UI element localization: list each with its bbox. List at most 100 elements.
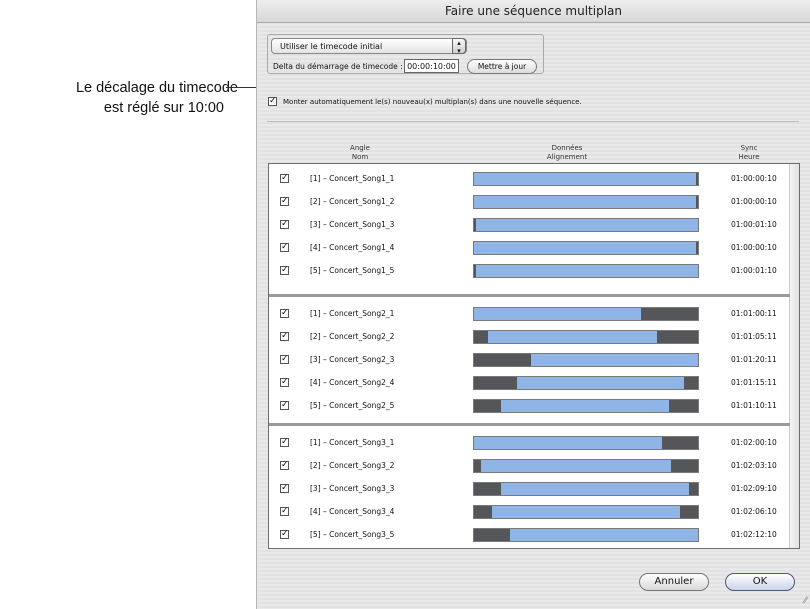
row-checkbox[interactable]: ✓ — [280, 220, 289, 229]
header-sync: Sync — [740, 144, 758, 152]
sync-timecode: 01:02:03:10 — [731, 461, 777, 470]
alignment-bar — [473, 307, 699, 321]
sync-timecode: 01:00:00:10 — [731, 243, 777, 252]
alignment-bar — [473, 528, 699, 542]
clip-name: [5] – Concert_Song1_5 — [310, 266, 395, 275]
callout-line1: Le décalage du timecode — [75, 80, 238, 96]
alignment-gap-start — [474, 506, 492, 518]
callout-annotation: Le décalage du timecode est réglé sur 10… — [0, 78, 238, 118]
timecode-popup[interactable]: Utiliser le timecode initial ▴ ▾ — [271, 38, 467, 55]
clip-name: [5] – Concert_Song2_5 — [310, 401, 395, 410]
table-row[interactable]: ✓ [3] – Concert_Song1_3 01:00:01:10 — [269, 215, 790, 237]
group-separator — [269, 294, 790, 297]
row-checkbox[interactable]: ✓ — [280, 197, 289, 206]
clip-name: [4] – Concert_Song2_4 — [310, 378, 395, 387]
alignment-bar — [473, 376, 699, 390]
clip-name: [4] – Concert_Song1_4 — [310, 243, 395, 252]
cancel-button[interactable]: Annuler — [639, 573, 709, 591]
row-checkbox[interactable]: ✓ — [280, 243, 289, 252]
alignment-gap-end — [696, 196, 698, 208]
table-row[interactable]: ✓ [4] – Concert_Song1_4 01:00:00:10 — [269, 238, 790, 260]
mount-checkbox[interactable]: ✓ — [268, 97, 277, 106]
table-row[interactable]: ✓ [3] – Concert_Song2_3 01:01:20:11 — [269, 350, 790, 372]
row-checkbox[interactable]: ✓ — [280, 401, 289, 410]
alignment-gap-end — [671, 460, 698, 472]
table-scrollbar[interactable] — [789, 164, 799, 548]
table-row[interactable]: ✓ [5] – Concert_Song3_5 01:02:12:10 — [269, 525, 790, 547]
alignment-gap-start — [474, 483, 501, 495]
alignment-gap-end — [662, 437, 698, 449]
resize-grip-icon[interactable]: ⁄⁄ — [804, 596, 807, 606]
row-checkbox[interactable]: ✓ — [280, 355, 289, 364]
table-row[interactable]: ✓ [4] – Concert_Song2_4 01:01:15:11 — [269, 373, 790, 395]
popup-arrows-icon: ▴ ▾ — [452, 38, 466, 55]
alignment-gap-end — [696, 173, 698, 185]
row-checkbox[interactable]: ✓ — [280, 438, 289, 447]
column-header-angle[interactable]: Angle Nom — [335, 144, 385, 162]
alignment-bar — [473, 218, 699, 232]
alignment-bar — [473, 172, 699, 186]
column-header-data[interactable]: Données Alignement — [527, 144, 607, 162]
table-row[interactable]: ✓ [2] – Concert_Song3_2 01:02:03:10 — [269, 456, 790, 478]
clip-name: [1] – Concert_Song1_1 — [310, 174, 395, 183]
table-row[interactable]: ✓ [5] – Concert_Song2_5 01:01:10:11 — [269, 396, 790, 418]
table-row[interactable]: ✓ [2] – Concert_Song1_2 01:00:00:10 — [269, 192, 790, 214]
header-name: Nom — [351, 153, 369, 161]
delta-timecode-field[interactable]: 00:00:10:00 — [404, 59, 459, 73]
alignment-bar — [473, 264, 699, 278]
update-button[interactable]: Mettre à jour — [467, 59, 537, 74]
sync-timecode: 01:00:01:10 — [731, 220, 777, 229]
row-checkbox[interactable]: ✓ — [280, 484, 289, 493]
mount-checkbox-label: Monter automatiquement le(s) nouveau(x) … — [283, 98, 582, 106]
clip-name: [3] – Concert_Song3_3 — [310, 484, 395, 493]
clip-name: [3] – Concert_Song2_3 — [310, 355, 395, 364]
table-row[interactable]: ✓ [2] – Concert_Song2_2 01:01:05:11 — [269, 327, 790, 349]
clip-name: [5] – Concert_Song3_5 — [310, 530, 395, 539]
sync-timecode: 01:01:05:11 — [731, 332, 777, 341]
sync-timecode: 01:02:12:10 — [731, 530, 777, 539]
delta-label: Delta du démarrage de timecode : — [273, 62, 403, 71]
group-separator — [269, 423, 790, 426]
row-checkbox[interactable]: ✓ — [280, 530, 289, 539]
alignment-bar — [473, 459, 699, 473]
table-row[interactable]: ✓ [1] – Concert_Song3_1 01:02:00:10 — [269, 433, 790, 455]
sync-timecode: 01:00:01:10 — [731, 266, 777, 275]
alignment-gap-start — [474, 400, 501, 412]
table-row[interactable]: ✓ [5] – Concert_Song1_5 01:00:01:10 — [269, 261, 790, 283]
row-checkbox[interactable]: ✓ — [280, 507, 289, 516]
row-checkbox[interactable]: ✓ — [280, 309, 289, 318]
alignment-gap-start — [474, 265, 476, 277]
table-row[interactable]: ✓ [3] – Concert_Song3_3 01:02:09:10 — [269, 479, 790, 501]
alignment-gap-end — [684, 377, 698, 389]
alignment-gap-start — [474, 460, 481, 472]
callout-pointer — [226, 87, 256, 88]
table-row[interactable]: ✓ [1] – Concert_Song1_1 01:00:00:10 — [269, 169, 790, 191]
sync-timecode: 01:02:00:10 — [731, 438, 777, 447]
row-checkbox[interactable]: ✓ — [280, 461, 289, 470]
sync-timecode: 01:00:00:10 — [731, 197, 777, 206]
clip-name: [4] – Concert_Song3_4 — [310, 507, 395, 516]
header-angle: Angle — [350, 144, 370, 152]
alignment-gap-start — [474, 377, 517, 389]
row-checkbox[interactable]: ✓ — [280, 378, 289, 387]
dialog-title: Faire une séquence multiplan — [257, 0, 810, 23]
ok-button[interactable]: OK — [725, 573, 795, 591]
row-checkbox[interactable]: ✓ — [280, 174, 289, 183]
row-checkbox[interactable]: ✓ — [280, 332, 289, 341]
row-checkbox[interactable]: ✓ — [280, 266, 289, 275]
header-data: Données — [551, 144, 583, 152]
alignment-gap-start — [474, 331, 488, 343]
alignment-bar — [473, 330, 699, 344]
clip-name: [2] – Concert_Song1_2 — [310, 197, 395, 206]
sync-timecode: 01:00:00:10 — [731, 174, 777, 183]
clip-name: [1] – Concert_Song2_1 — [310, 309, 395, 318]
sync-timecode: 01:01:15:11 — [731, 378, 777, 387]
column-header-sync[interactable]: Sync Heure — [729, 144, 769, 162]
sync-timecode: 01:02:06:10 — [731, 507, 777, 516]
divider — [267, 121, 799, 122]
clip-table: ✓ [1] – Concert_Song1_1 01:00:00:10 ✓ [2] – … — [268, 163, 800, 549]
alignment-gap-start — [474, 529, 510, 541]
table-row[interactable]: ✓ [1] – Concert_Song2_1 01:01:00:11 — [269, 304, 790, 326]
table-row[interactable]: ✓ [4] – Concert_Song3_4 01:02:06:10 — [269, 502, 790, 524]
sync-timecode: 01:01:00:11 — [731, 309, 777, 318]
